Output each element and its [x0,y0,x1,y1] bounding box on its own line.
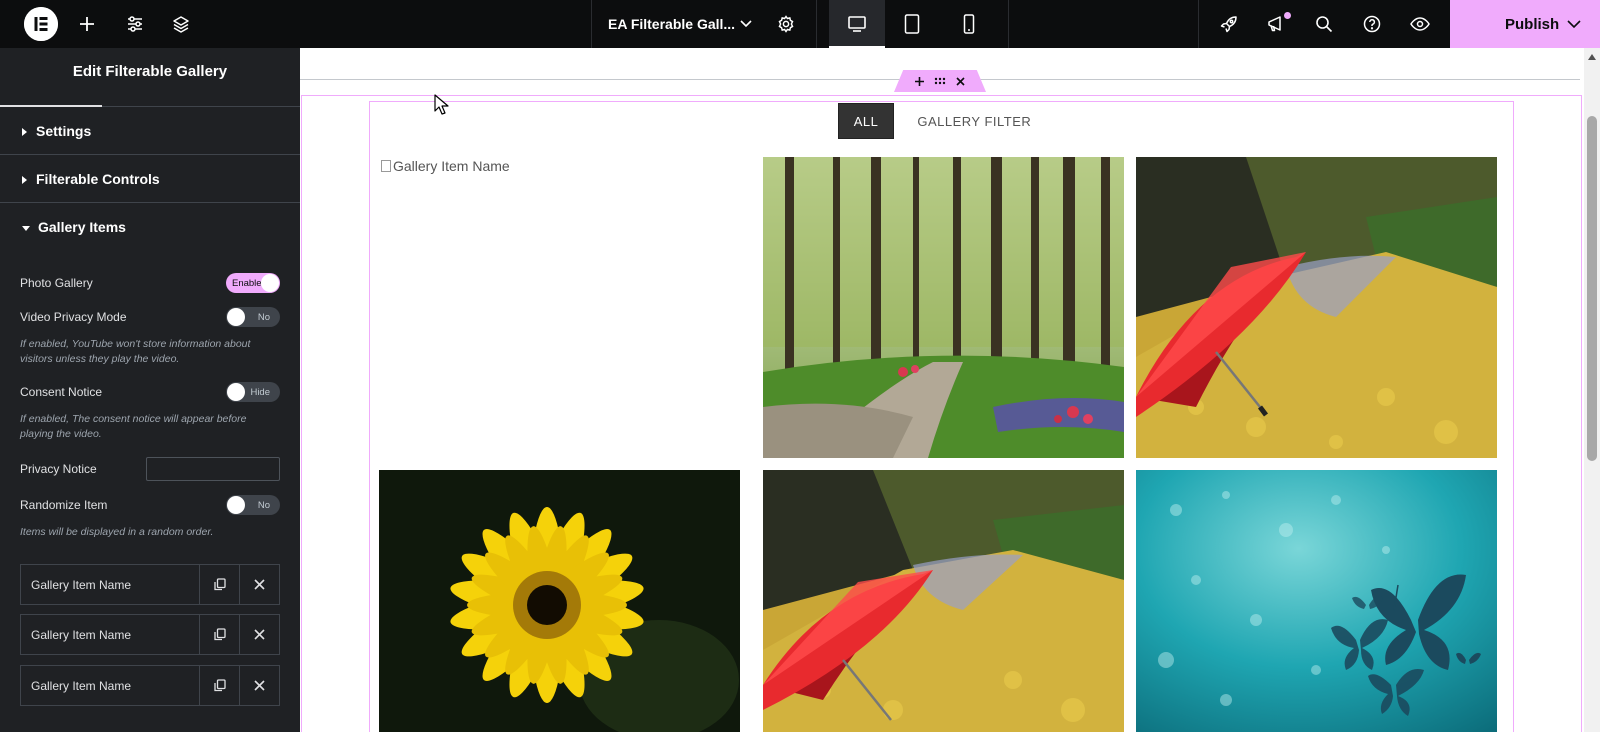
desktop-icon[interactable] [829,0,885,48]
control-consent-notice: Consent Notice Hide [20,381,280,403]
broken-image-alt: Gallery Item Name [393,158,510,174]
top-bar: EA Filterable Gall... Publish [0,0,1600,48]
privacy-notice-input[interactable] [146,457,280,481]
duplicate-icon[interactable] [199,666,239,705]
close-icon[interactable] [239,666,279,705]
caret-right-icon [22,123,28,139]
repeater-item-title[interactable]: Gallery Item Name [21,615,199,654]
publish-label: Publish [1505,15,1560,33]
sliders-icon[interactable] [122,0,148,48]
repeater-item-title[interactable]: Gallery Item Name [21,565,199,604]
chevron-down-icon[interactable] [734,0,758,48]
randomize-item-toggle[interactable]: No [226,495,280,515]
butterflies-teal-image[interactable] [1136,470,1497,732]
eye-icon[interactable] [1406,0,1434,48]
repeater-item: Gallery Item Name [20,564,280,605]
filter-gallery-button[interactable]: GALLERY FILTER [902,103,1046,139]
section-gallery-items[interactable]: Gallery Items [0,203,300,251]
container-handle[interactable] [894,70,986,92]
photo-gallery-toggle[interactable]: Enable [226,273,280,293]
layers-icon[interactable] [168,0,194,48]
section-filterable-controls[interactable]: Filterable Controls [0,155,300,203]
video-privacy-toggle[interactable]: No [226,307,280,327]
repeater-item: Gallery Item Name [20,614,280,655]
mobile-icon[interactable] [955,0,983,48]
randomize-item-description: Items will be displayed in a random orde… [20,526,214,538]
panel-tabs[interactable] [0,95,300,107]
mouse-cursor-icon [434,94,450,121]
scroll-up-arrow-icon[interactable] [1588,54,1596,60]
gallery-item-broken[interactable]: Gallery Item Name [381,158,510,174]
rocket-icon[interactable] [1215,0,1243,48]
close-icon[interactable] [239,615,279,654]
document-title[interactable]: EA Filterable Gall... [608,0,735,48]
section-settings-label: Settings [36,122,92,139]
notification-dot [1284,12,1291,19]
repeater-item: Gallery Item Name [20,665,280,706]
consent-notice-description: If enabled, The consent notice will appe… [20,413,247,440]
red-umbrella-leaves-image[interactable] [1136,157,1497,458]
section-gallery-items-label: Gallery Items [38,219,126,235]
filter-controls: ALL GALLERY FILTER [300,103,1584,139]
elementor-logo-icon[interactable] [24,7,58,41]
gear-icon[interactable] [773,0,799,48]
repeater-item-title[interactable]: Gallery Item Name [21,666,199,705]
publish-options-chevron-icon[interactable] [1567,0,1581,48]
randomize-item-label: Randomize Item [20,498,108,512]
photo-gallery-label: Photo Gallery [20,276,93,290]
control-privacy-notice: Privacy Notice [20,456,280,482]
add-icon[interactable] [74,0,100,48]
section-filterable-controls-label: Filterable Controls [36,170,160,187]
megaphone-icon[interactable] [1262,0,1290,48]
caret-down-icon [22,219,30,235]
broken-image-icon [381,160,391,172]
help-icon[interactable] [1358,0,1386,48]
yellow-flower-image[interactable] [379,470,740,732]
video-privacy-label: Video Privacy Mode [20,310,127,324]
scroll-thumb[interactable] [1587,116,1597,461]
add-element-icon[interactable] [915,76,924,86]
canvas-scrollbar[interactable] [1584,48,1600,732]
search-icon[interactable] [1310,0,1338,48]
close-icon[interactable] [239,565,279,604]
video-privacy-description: If enabled, YouTube won't store informat… [20,338,251,365]
section-settings[interactable]: Settings [0,107,300,155]
tablet-icon[interactable] [898,0,926,48]
editor-panel: Edit Filterable Gallery Settings Filtera… [0,48,300,732]
duplicate-icon[interactable] [199,565,239,604]
control-video-privacy: Video Privacy Mode No [20,306,280,328]
red-umbrella-leaves-image[interactable] [763,470,1124,732]
control-randomize-item: Randomize Item No [20,494,280,516]
control-photo-gallery: Photo Gallery Enable [20,272,280,294]
filter-all-button[interactable]: ALL [837,103,895,139]
panel-title: Edit Filterable Gallery [72,63,228,80]
consent-notice-toggle[interactable]: Hide [226,382,280,402]
privacy-notice-label: Privacy Notice [20,462,97,476]
duplicate-icon[interactable] [199,615,239,654]
forest-path-image[interactable] [763,157,1124,458]
consent-notice-label: Consent Notice [20,385,103,399]
editor-canvas: ALL GALLERY FILTER Gallery Item Name [300,48,1584,732]
drag-handle-icon[interactable] [934,77,946,85]
caret-right-icon [22,171,28,187]
delete-container-icon[interactable] [956,76,965,86]
